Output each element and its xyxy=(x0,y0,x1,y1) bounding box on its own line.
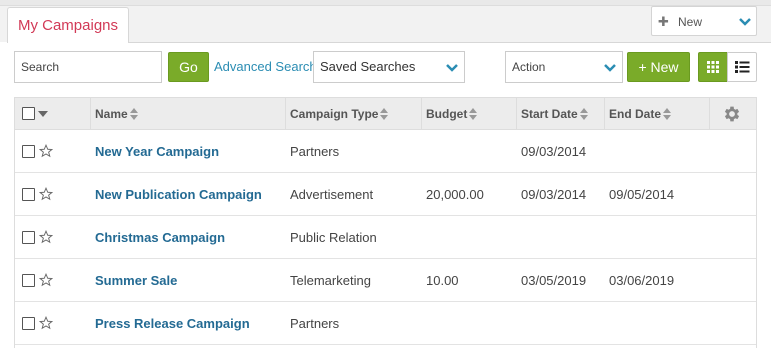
chevron-down-icon xyxy=(446,64,458,72)
list-view-button[interactable] xyxy=(727,52,757,82)
campaign-type: Partners xyxy=(290,144,340,159)
start-date: 09/03/2014 xyxy=(521,144,587,159)
sort-icon xyxy=(579,108,588,120)
column-header-end-date[interactable]: End Date xyxy=(609,107,672,121)
column-header-label: Name xyxy=(95,107,128,121)
sort-icon xyxy=(663,108,672,120)
star-icon[interactable] xyxy=(39,230,53,244)
campaign-type: Public Relation xyxy=(290,230,377,245)
row-checkbox[interactable] xyxy=(22,188,35,201)
column-header-label: Budget xyxy=(426,107,468,121)
campaign-type: Advertisement xyxy=(290,187,374,202)
budget: 20,000.00 xyxy=(426,187,484,202)
saved-searches-select[interactable]: Saved Searches xyxy=(313,51,465,83)
row-checkbox[interactable] xyxy=(22,145,35,158)
table-row[interactable]: Press Release Campaign Partners xyxy=(15,302,756,345)
column-divider xyxy=(90,98,91,130)
table-row[interactable]: Christmas Campaign Public Relation xyxy=(15,216,756,259)
end-date: 09/05/2014 xyxy=(609,187,675,202)
campaign-type: Partners xyxy=(290,316,340,331)
new-dropdown[interactable]: ✚ New xyxy=(651,6,757,36)
campaign-name-link[interactable]: Christmas Campaign xyxy=(95,230,225,245)
table-row[interactable]: New Publication Campaign Advertisement 2… xyxy=(15,173,756,216)
grid-icon xyxy=(707,61,719,73)
row-checkbox[interactable] xyxy=(22,317,35,330)
star-icon[interactable] xyxy=(39,273,53,287)
sort-icon xyxy=(380,108,389,120)
end-date: 03/06/2019 xyxy=(609,273,675,288)
column-header-label: Campaign Type xyxy=(290,107,379,121)
column-divider xyxy=(285,98,286,130)
caret-down-icon[interactable] xyxy=(38,111,48,117)
campaigns-table: Name Campaign Type Budget Start Date End… xyxy=(14,97,757,348)
row-checkbox[interactable] xyxy=(22,274,35,287)
new-campaign-button[interactable]: + New xyxy=(627,52,690,82)
campaign-name-link[interactable]: Press Release Campaign xyxy=(95,316,250,331)
list-icon xyxy=(735,61,750,73)
budget: 10.00 xyxy=(426,273,459,288)
search-input[interactable] xyxy=(14,51,162,83)
column-header-label: End Date xyxy=(609,107,662,121)
tab-my-campaigns[interactable]: My Campaigns xyxy=(7,7,129,43)
column-header-budget[interactable]: Budget xyxy=(426,107,478,121)
plus-icon: ✚ xyxy=(658,14,669,29)
campaign-name-link[interactable]: New Year Campaign xyxy=(95,144,219,159)
new-dropdown-label: New xyxy=(678,15,703,29)
table-header: Name Campaign Type Budget Start Date End… xyxy=(15,98,756,130)
column-divider xyxy=(421,98,422,130)
table-row[interactable]: New Year Campaign Partners 09/03/2014 xyxy=(15,130,756,173)
go-button[interactable]: Go xyxy=(168,52,209,82)
column-header-campaign-type[interactable]: Campaign Type xyxy=(290,107,389,121)
column-divider xyxy=(516,98,517,130)
star-icon[interactable] xyxy=(39,316,53,330)
start-date: 03/05/2019 xyxy=(521,273,587,288)
sort-icon xyxy=(129,108,138,120)
column-header-start-date[interactable]: Start Date xyxy=(521,107,588,121)
chevron-down-icon xyxy=(604,64,616,72)
sort-icon xyxy=(469,108,478,120)
column-header-label: Start Date xyxy=(521,107,578,121)
chevron-down-icon xyxy=(739,18,751,26)
star-icon[interactable] xyxy=(39,187,53,201)
start-date: 09/03/2014 xyxy=(521,187,587,202)
action-label: Action xyxy=(512,60,546,74)
table-row[interactable]: Summer Sale Telemarketing 10.00 03/05/20… xyxy=(15,259,756,302)
campaign-type: Telemarketing xyxy=(290,273,371,288)
campaign-name-link[interactable]: Summer Sale xyxy=(95,273,177,288)
column-divider xyxy=(604,98,605,130)
action-select[interactable]: Action xyxy=(505,51,623,83)
grid-view-button[interactable] xyxy=(698,52,728,82)
advanced-search-link[interactable]: Advanced Search xyxy=(214,59,317,74)
gear-icon[interactable] xyxy=(722,104,742,124)
row-checkbox[interactable] xyxy=(22,231,35,244)
column-header-name[interactable]: Name xyxy=(95,107,138,121)
campaign-name-link[interactable]: New Publication Campaign xyxy=(95,187,262,202)
column-divider xyxy=(709,98,710,130)
tab-divider xyxy=(129,42,771,43)
saved-searches-label: Saved Searches xyxy=(320,59,416,74)
select-all-checkbox[interactable] xyxy=(22,107,35,120)
star-icon[interactable] xyxy=(39,144,53,158)
